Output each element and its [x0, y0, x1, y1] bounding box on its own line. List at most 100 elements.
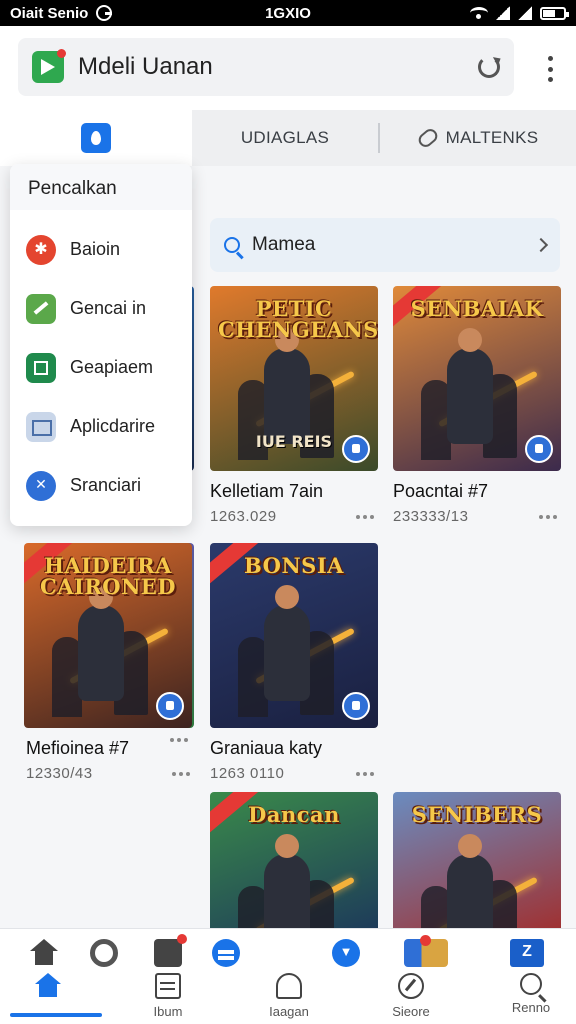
brand-shortcut-icon[interactable]	[510, 939, 544, 967]
search-query[interactable]: Mamea	[252, 234, 315, 256]
game-thumbnail[interactable]: BONSIA	[210, 543, 378, 728]
game-card[interactable]: SENBAIAK Poacntai #7 233333/13	[393, 286, 561, 525]
wifi-icon	[470, 7, 488, 19]
game-downloads: 1263 0110	[210, 765, 285, 782]
game-meta	[24, 738, 192, 742]
hero-artwork	[264, 328, 310, 444]
cloud-shortcut-icon[interactable]	[212, 939, 240, 967]
dropdown-item-label: Sranciari	[70, 475, 142, 495]
game-thumbnail[interactable]: PETIC CHENGEANS IUE REIS	[210, 286, 378, 471]
dropdown-item[interactable]: Aplicdarire	[10, 397, 192, 456]
game-logo-text: PETIC CHENGEANS	[218, 296, 378, 342]
chevron-right-icon[interactable]	[533, 237, 549, 253]
search-shortcut-icon[interactable]	[90, 939, 118, 967]
home-tab-icon	[81, 123, 111, 153]
signal-icon	[496, 6, 510, 20]
app-logo-icon	[32, 49, 66, 83]
game-meta: 12330/43	[26, 765, 194, 782]
game-thumbnail[interactable]: HAIDEIRA CAIRONED	[24, 543, 192, 728]
game-downloads: 12330/43	[26, 765, 93, 782]
dropdown-item-label: Baioin	[70, 239, 121, 259]
store-icon	[26, 352, 56, 383]
game-logo-text: SENIBERS	[411, 802, 543, 827]
game-title[interactable]: Graniaua katy	[210, 738, 378, 759]
hero-artwork	[264, 585, 310, 701]
install-icon[interactable]	[342, 692, 370, 720]
game-title[interactable]: Kelletiam 7ain	[210, 481, 378, 502]
battery-icon	[540, 6, 569, 20]
more-options-icon[interactable]	[548, 56, 554, 82]
app-bar: Mdeli Uanan	[18, 38, 514, 96]
nav-item[interactable]: Ibum	[120, 973, 216, 1024]
game-meta: 233333/13	[393, 508, 561, 525]
inbox-shortcut-icon[interactable]	[154, 934, 187, 967]
dropdown-list: Baioin Gencai in Geapiaem Aplicdarire Sranci…	[10, 220, 192, 515]
burst-icon	[26, 234, 56, 265]
game-thumbnail[interactable]: SENIBERS	[393, 792, 561, 932]
card-more-icon[interactable]	[539, 514, 557, 519]
tab-features[interactable]: MALTENKS	[380, 110, 576, 166]
carrier-text: Oiait Senio	[10, 4, 89, 22]
tab-updates[interactable]: UDIAGLAS	[192, 110, 378, 166]
nav-item[interactable]: Iaagan	[241, 973, 337, 1024]
hero-artwork	[264, 834, 310, 932]
game-thumbnail[interactable]: Dancan	[210, 792, 378, 932]
nav-item[interactable]: Sieore	[363, 973, 459, 1024]
nav-item[interactable]: Renno	[483, 973, 576, 1024]
tab-home[interactable]	[0, 110, 192, 166]
app-header: Mdeli Uanan	[0, 26, 576, 110]
nav-label: Sieore	[392, 1004, 430, 1019]
dropdown-item[interactable]: Sranciari	[10, 456, 192, 515]
card-more-icon[interactable]	[172, 771, 190, 776]
dropdown-header: Pencalkan	[10, 164, 192, 210]
gallery-shortcut-icon[interactable]	[404, 935, 448, 967]
game-card[interactable]: SENIBERS	[393, 792, 561, 932]
game-thumbnail[interactable]: SENBAIAK	[393, 286, 561, 471]
active-tab-indicator	[10, 1013, 102, 1017]
status-bar: Oiait Senio 1GXIO	[0, 0, 576, 26]
install-icon[interactable]	[342, 435, 370, 463]
dropdown-item-label: Gencai in	[70, 298, 147, 318]
dropdown-item[interactable]: Geapiaem	[10, 338, 192, 397]
dropdown-item-label: Aplicdarire	[70, 416, 156, 436]
dropdown-item[interactable]: Gencai in	[10, 279, 192, 338]
search-icon	[224, 237, 240, 253]
tab-features-label: MALTENKS	[445, 128, 539, 147]
nav-label: Iaagan	[269, 1004, 309, 1019]
refresh-icon[interactable]	[478, 56, 500, 78]
search-bar[interactable]: Mamea	[210, 218, 560, 272]
game-logo-text: SENBAIAK	[410, 296, 544, 321]
tab-updates-label: UDIAGLAS	[240, 128, 330, 147]
category-dropdown: Pencalkan Baioin Gencai in Geapiaem Aplicda…	[10, 164, 192, 526]
search-icon	[520, 973, 542, 995]
install-icon[interactable]	[525, 435, 553, 463]
game-title[interactable]: Poacntai #7	[393, 481, 561, 502]
home-shortcut-icon[interactable]	[30, 939, 58, 967]
hero-artwork	[447, 834, 493, 932]
cell-signal-icon	[518, 6, 532, 20]
tab-bar: UDIAGLAS MALTENKS	[0, 110, 576, 166]
dropdown-item[interactable]: Baioin	[10, 220, 192, 279]
card-more-icon[interactable]	[170, 738, 188, 742]
game-downloads: 233333/13	[393, 508, 469, 525]
favorites-shortcut-icon[interactable]	[332, 939, 360, 967]
card-more-icon[interactable]	[356, 771, 374, 776]
hero-artwork	[78, 585, 124, 701]
nav-label: Ibum	[153, 1004, 183, 1019]
card-more-icon[interactable]	[356, 514, 374, 519]
status-right	[470, 6, 569, 20]
shortcut-icon-row	[0, 934, 576, 967]
game-logo-text: Dancan	[248, 802, 340, 827]
game-card[interactable]: HAIDEIRA CAIRONED	[24, 543, 192, 742]
game-card[interactable]: PETIC CHENGEANS IUE REIS Kelletiam 7ain 126…	[210, 286, 378, 525]
library-icon	[276, 973, 302, 999]
game-meta: 1263 0110	[210, 765, 378, 782]
game-downloads: 1263.029	[210, 508, 277, 525]
app-screen: Oiait Senio 1GXIO Mdeli Uanan UDIAGLAS M…	[0, 0, 576, 1024]
game-card[interactable]: BONSIA Graniaua katy 1263 0110	[210, 543, 378, 782]
bottom-navigation: Ibum Iaagan Sieore Renno	[0, 928, 576, 1024]
game-card[interactable]: Dancan	[210, 792, 378, 932]
install-icon[interactable]	[156, 692, 184, 720]
game-logo-text: BONSIA	[244, 553, 344, 578]
compass-icon	[398, 973, 424, 999]
